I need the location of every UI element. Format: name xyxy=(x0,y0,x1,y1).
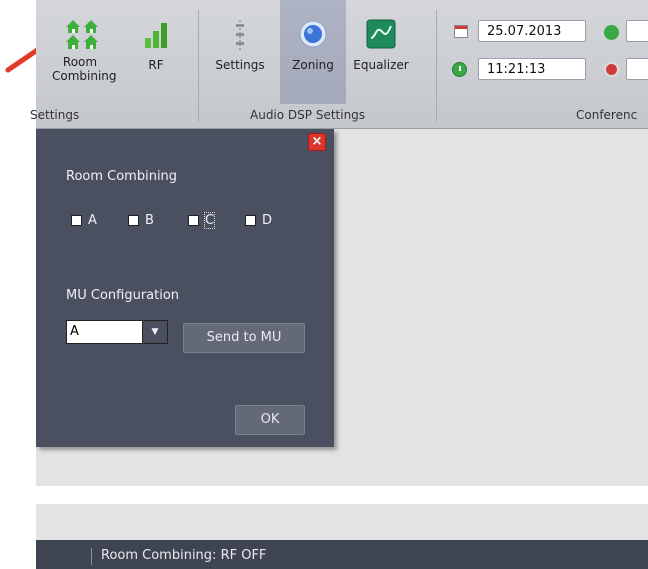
group-separator xyxy=(436,10,437,122)
room-combining-heading: Room Combining xyxy=(66,169,178,184)
conference-end-field[interactable] xyxy=(626,58,648,80)
audio-dsp-group-label: Audio DSP Settings xyxy=(250,108,366,122)
conference-end-icon xyxy=(604,62,619,77)
date-field[interactable]: 25.07.2013 xyxy=(478,20,586,42)
settings-group-label: Settings xyxy=(30,108,80,122)
equalizer-label: Equalizer xyxy=(353,58,409,72)
zoning-button[interactable]: Zoning xyxy=(280,18,346,72)
equalizer-button[interactable]: Equalizer xyxy=(348,18,414,72)
equalizer-icon xyxy=(365,18,397,50)
checkbox-label: C xyxy=(203,212,216,229)
conference-start-icon xyxy=(604,25,619,40)
sliders-icon xyxy=(224,18,256,50)
checkbox-label: A xyxy=(88,213,97,228)
checkbox-box[interactable] xyxy=(128,215,139,226)
lower-panel xyxy=(36,504,648,540)
room-combining-button[interactable]: Room Combining xyxy=(52,18,117,83)
settings-label: Settings xyxy=(215,58,265,72)
zoning-circle-icon xyxy=(297,18,329,50)
calendar-icon xyxy=(454,25,468,38)
status-text: Room Combining: RF OFF xyxy=(101,548,267,563)
conference-group-label: Conferenc xyxy=(576,108,638,122)
checkbox-d[interactable]: D xyxy=(245,213,272,228)
status-separator xyxy=(91,548,92,565)
status-bar: Room Combining: RF OFF xyxy=(36,540,648,569)
checkbox-label: D xyxy=(262,213,273,228)
ok-button[interactable]: OK xyxy=(235,405,305,435)
checkbox-box[interactable] xyxy=(245,215,256,226)
rf-label: RF xyxy=(148,58,164,72)
room-combining-label: Room Combining xyxy=(52,55,117,83)
close-icon[interactable]: × xyxy=(308,133,326,151)
checkbox-box[interactable] xyxy=(71,215,82,226)
settings-button[interactable]: Settings xyxy=(208,18,272,72)
checkbox-b[interactable]: B xyxy=(128,213,154,228)
mu-select-value: A xyxy=(70,324,79,339)
checkbox-a[interactable]: A xyxy=(71,213,97,228)
group-separator xyxy=(198,10,199,122)
rf-button[interactable]: RF xyxy=(136,18,176,72)
mu-select[interactable]: A ▼ xyxy=(66,320,168,344)
chevron-down-icon[interactable]: ▼ xyxy=(142,321,167,343)
conference-start-field[interactable] xyxy=(626,20,648,42)
workspace-gap xyxy=(36,486,648,504)
room-combining-dialog: × Room Combining A B C D MU Configuratio… xyxy=(36,129,334,447)
time-field[interactable]: 11:21:13 xyxy=(478,58,586,80)
checkbox-label: B xyxy=(145,213,154,228)
mu-configuration-heading: MU Configuration xyxy=(66,288,180,303)
checkbox-box[interactable] xyxy=(188,215,199,226)
send-to-mu-button[interactable]: Send to MU xyxy=(183,323,305,353)
ribbon-toolbar: Room Combining RF Settings Zoning Equali… xyxy=(30,0,648,129)
checkbox-c[interactable]: C xyxy=(188,212,216,229)
zoning-label: Zoning xyxy=(292,58,334,72)
houses-icon xyxy=(64,18,98,50)
clock-icon xyxy=(452,62,467,77)
signal-bars-icon xyxy=(140,18,172,50)
